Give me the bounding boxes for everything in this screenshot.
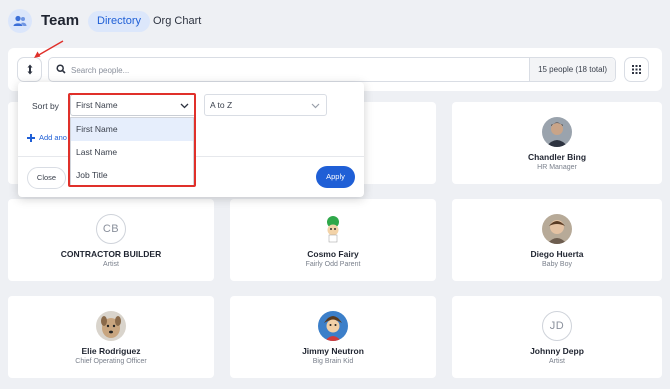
person-name: Jimmy Neutron [302, 346, 364, 356]
add-sort-label: Add ano [39, 133, 67, 142]
people-count-badge: 15 people (18 total) [529, 58, 615, 81]
annotation-arrow-icon [34, 40, 64, 58]
search-box[interactable]: 15 people (18 total) [48, 57, 616, 82]
person-title: Baby Boy [542, 261, 572, 268]
tab-directory[interactable]: Directory [88, 11, 151, 32]
person-title: Artist [103, 261, 119, 268]
top-bar: Team Directory Org Chart [0, 0, 670, 44]
dropdown-option-job-title[interactable]: Job Title [71, 164, 193, 187]
avatar [542, 117, 572, 147]
person-card[interactable]: Cosmo Fairy Fairly Odd Parent [230, 199, 436, 281]
person-card[interactable]: Diego Huerta Baby Boy [452, 199, 662, 281]
person-card[interactable]: Elie Rodriguez Chief Operating Officer [8, 296, 214, 378]
dropdown-option-first-name[interactable]: First Name [71, 118, 193, 141]
person-title: Artist [549, 358, 565, 365]
dropdown-option-last-name[interactable]: Last Name [71, 141, 193, 164]
avatar [542, 214, 572, 244]
page-title: Team [41, 12, 80, 29]
person-title: Fairly Odd Parent [305, 261, 361, 268]
person-card[interactable]: Jimmy Neutron Big Brain Kid [230, 296, 436, 378]
person-title: HR Manager [537, 164, 577, 171]
grid-icon [632, 65, 641, 74]
sort-order-value: A to Z [210, 100, 233, 110]
person-name: Chandler Bing [527, 152, 587, 162]
avatar [96, 311, 126, 341]
apply-button[interactable]: Apply [316, 166, 355, 188]
chevron-down-icon [180, 103, 189, 109]
person-card[interactable]: JD Johnny Depp Artist [452, 296, 662, 378]
person-name: CONTRACTOR BUILDER [60, 249, 162, 259]
sort-by-label: Sort by [32, 101, 59, 111]
sort-field-select[interactable]: First Name [70, 94, 196, 116]
chevron-down-icon [311, 103, 320, 109]
person-name: Diego Huerta [530, 249, 584, 259]
person-name: Elie Rodriguez [81, 346, 141, 356]
person-title: Big Brain Kid [312, 358, 354, 365]
avatar: JD [542, 311, 572, 341]
person-name: Johnny Depp [530, 346, 584, 356]
person-card[interactable]: CB CONTRACTOR BUILDER Artist [8, 199, 214, 281]
search-icon [56, 64, 66, 74]
avatar [318, 311, 348, 341]
person-name: Cosmo Fairy [307, 249, 359, 259]
grid-view-button[interactable] [624, 57, 649, 82]
search-input[interactable] [71, 61, 531, 79]
sort-order-select[interactable]: A to Z [204, 94, 327, 116]
person-card[interactable]: Chandler Bing HR Manager [452, 102, 662, 184]
close-button[interactable]: Close [27, 167, 66, 189]
plus-icon [27, 133, 35, 142]
person-title: Chief Operating Officer [75, 358, 147, 365]
avatar: CB [96, 214, 126, 244]
sort-icon [27, 64, 32, 75]
sort-field-dropdown: First Name Last Name Job Title [70, 117, 194, 186]
avatar [318, 214, 348, 244]
people-icon [8, 9, 32, 33]
sort-field-value: First Name [76, 100, 118, 110]
tab-org-chart[interactable]: Org Chart [144, 11, 210, 32]
add-sort-link[interactable]: Add ano [27, 133, 67, 142]
